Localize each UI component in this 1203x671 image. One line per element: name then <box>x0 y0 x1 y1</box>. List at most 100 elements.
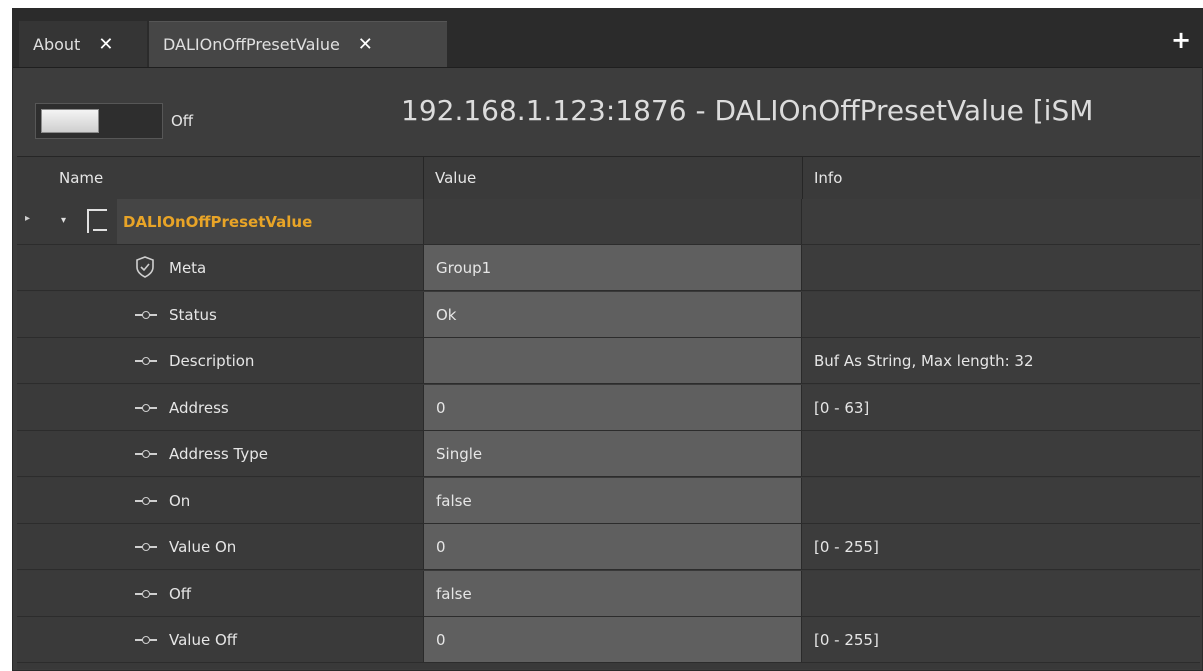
value-cell[interactable]: Ok <box>423 291 802 337</box>
tab-about-label: About <box>33 34 81 54</box>
pin-icon <box>135 403 157 413</box>
property-row[interactable]: Value On 0 [0 - 255] <box>17 524 1200 570</box>
column-header-name[interactable]: Name <box>59 169 103 187</box>
close-icon[interactable]: ✕ <box>358 34 373 55</box>
value-cell[interactable]: 0 <box>423 524 802 569</box>
property-name: On <box>169 491 191 510</box>
on-off-toggle[interactable] <box>35 103 163 139</box>
property-row[interactable]: Status Ok <box>17 291 1200 338</box>
property-info: Buf As String, Max length: 32 <box>814 352 1034 370</box>
column-header-value[interactable]: Value <box>435 169 476 187</box>
tab-dali-label: DALIOnOffPresetValue <box>163 35 340 54</box>
pin-icon <box>135 635 157 645</box>
row-gutter <box>17 617 44 662</box>
name-cell: Address <box>43 384 423 430</box>
value-cell[interactable]: false <box>423 570 802 616</box>
close-icon[interactable]: ✕ <box>98 34 113 55</box>
row-gutter <box>17 570 44 616</box>
info-cell <box>802 477 1200 523</box>
pin-icon <box>135 589 157 599</box>
value-cell[interactable]: 0 <box>423 617 802 662</box>
tree-root-row[interactable]: ▸ ▾ DALIOnOffPresetValue <box>17 199 1200 245</box>
pin-icon <box>135 449 157 459</box>
column-header-info[interactable]: Info <box>814 169 842 187</box>
tab-dali-on-off-preset-value[interactable]: DALIOnOffPresetValue ✕ <box>149 21 447 67</box>
value-cell[interactable]: Single <box>423 431 802 476</box>
property-value[interactable]: Single <box>436 445 482 463</box>
property-name: Value On <box>169 538 237 556</box>
grid-header: Name Value Info <box>17 157 1200 200</box>
info-cell <box>802 431 1200 476</box>
info-cell <box>802 291 1200 337</box>
name-cell: ▾ DALIOnOffPresetValue <box>43 199 449 244</box>
page-title: 192.168.1.123:1876 - DALIOnOffPresetValu… <box>401 94 1094 127</box>
name-cell: Meta <box>43 245 423 290</box>
info-cell: [0 - 255] <box>802 524 1200 569</box>
pin-icon <box>135 542 157 552</box>
row-gutter <box>17 338 44 383</box>
property-value[interactable]: Ok <box>436 306 457 324</box>
header-bar: Off 192.168.1.123:1876 - DALIOnOffPreset… <box>13 68 1202 156</box>
info-cell: Buf As String, Max length: 32 <box>802 338 1200 383</box>
property-row[interactable]: Off false <box>17 570 1200 617</box>
tab-strip: About ✕ DALIOnOffPresetValue ✕ + <box>13 9 1202 68</box>
name-cell: Value Off <box>43 617 423 662</box>
value-cell[interactable]: false <box>423 477 802 523</box>
toggle-state-label: Off <box>171 112 194 130</box>
column-divider[interactable] <box>802 157 803 199</box>
pin-icon <box>135 356 157 366</box>
property-info: [0 - 255] <box>814 631 879 649</box>
property-info: [0 - 63] <box>814 398 870 417</box>
row-gutter <box>17 524 44 569</box>
pin-icon <box>135 496 157 506</box>
property-value[interactable]: 0 <box>436 399 446 417</box>
property-row[interactable]: Value Off 0 [0 - 255] <box>17 617 1200 663</box>
info-cell <box>802 199 1200 244</box>
value-cell[interactable]: 0 <box>423 384 802 430</box>
name-cell: Description <box>43 338 423 383</box>
info-cell <box>802 245 1200 290</box>
property-name: Description <box>169 352 255 370</box>
property-row[interactable]: On false <box>17 477 1200 524</box>
property-value[interactable]: 0 <box>436 631 446 649</box>
name-cell: Off <box>43 570 423 616</box>
property-info: [0 - 255] <box>814 538 879 556</box>
tab-about[interactable]: About ✕ <box>19 21 147 67</box>
property-value[interactable]: false <box>436 585 472 603</box>
value-cell[interactable] <box>423 338 802 383</box>
property-row[interactable]: Meta Group1 <box>17 245 1200 291</box>
value-cell <box>423 199 802 244</box>
property-name: Meta <box>169 259 207 277</box>
row-gutter: ▸ <box>17 199 44 244</box>
property-name: Off <box>169 584 192 603</box>
expand-arrow-icon[interactable]: ▸ <box>25 213 30 224</box>
column-divider[interactable] <box>423 157 424 199</box>
property-name: Status <box>169 305 217 324</box>
property-grid: Name Value Info ▸ ▾ DALIOnOffPresetValue… <box>17 156 1200 669</box>
property-name: Address Type <box>169 445 268 463</box>
toggle-knob[interactable] <box>41 109 99 133</box>
chevron-down-icon[interactable]: ▾ <box>61 215 66 226</box>
property-value[interactable]: false <box>436 492 472 510</box>
row-gutter <box>17 431 44 476</box>
row-gutter <box>17 245 44 290</box>
shield-icon <box>136 256 154 278</box>
row-gutter <box>17 291 44 337</box>
pin-icon <box>135 310 157 320</box>
property-value[interactable]: Group1 <box>436 259 491 277</box>
value-cell[interactable]: Group1 <box>423 245 802 290</box>
property-name: Address <box>169 398 229 417</box>
row-gutter <box>17 477 44 523</box>
name-cell: Status <box>43 291 423 337</box>
add-tab-icon[interactable]: + <box>1170 28 1192 52</box>
property-row[interactable]: Address 0 [0 - 63] <box>17 384 1200 431</box>
info-cell <box>802 570 1200 616</box>
property-name: Value Off <box>169 631 238 649</box>
info-cell: [0 - 63] <box>802 384 1200 430</box>
node-checkbox-icon[interactable] <box>87 209 107 233</box>
property-row[interactable]: Address Type Single <box>17 431 1200 477</box>
info-cell: [0 - 255] <box>802 617 1200 662</box>
property-row[interactable]: Description Buf As String, Max length: 32 <box>17 338 1200 384</box>
property-value[interactable]: 0 <box>436 538 446 556</box>
row-gutter <box>17 384 44 430</box>
